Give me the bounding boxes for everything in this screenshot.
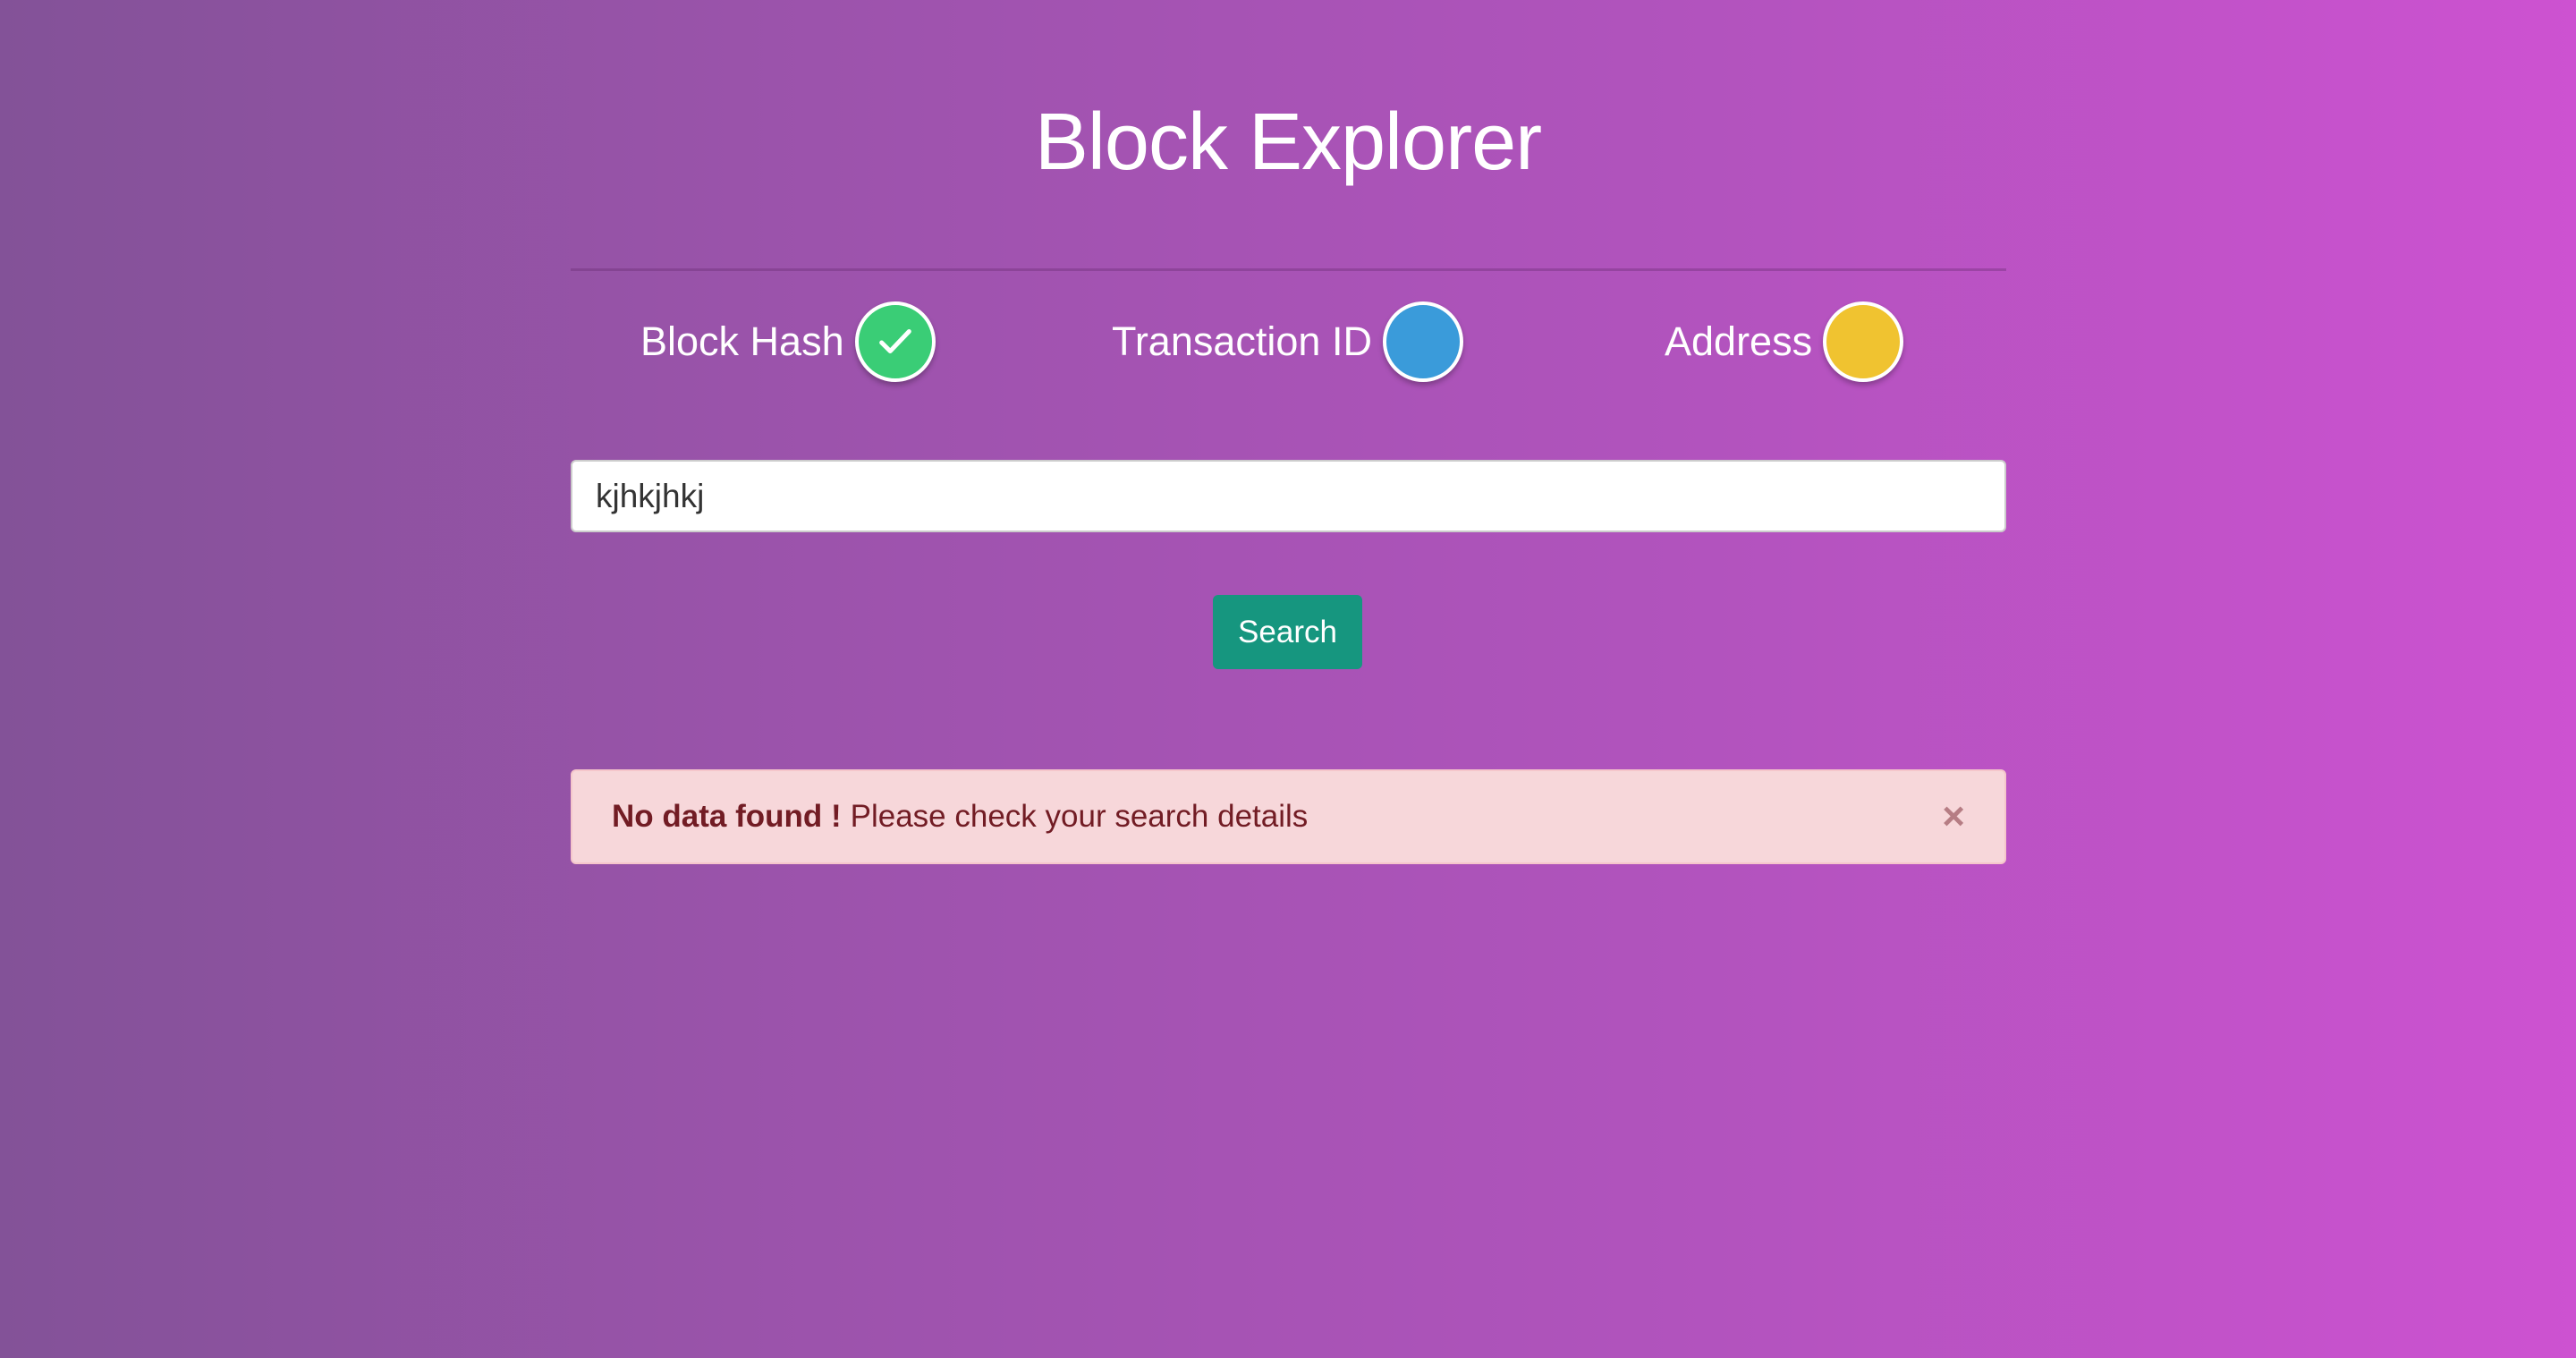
search-type-address[interactable]: Address bbox=[1665, 301, 1904, 383]
search-input[interactable] bbox=[571, 460, 2006, 532]
error-alert: No data found ! Please check your search… bbox=[571, 769, 2006, 864]
radio-circle-icon[interactable] bbox=[1823, 301, 1904, 382]
divider bbox=[571, 268, 2006, 271]
search-button[interactable]: Search bbox=[1213, 595, 1362, 669]
radio-selected-check-icon[interactable] bbox=[854, 301, 936, 382]
search-type-label: Transaction ID bbox=[1112, 318, 1372, 364]
radio-circle-icon[interactable] bbox=[1382, 301, 1463, 382]
alert-message: Please check your search details bbox=[850, 799, 1309, 834]
search-type-label: Block Hash bbox=[640, 318, 844, 364]
page-title: Block Explorer bbox=[1034, 98, 1542, 187]
search-type-block-hash[interactable]: Block Hash bbox=[640, 301, 936, 383]
alert-strong-text: No data found ! bbox=[612, 799, 842, 834]
close-icon[interactable]: × bbox=[1942, 794, 1965, 839]
search-type-transaction-id[interactable]: Transaction ID bbox=[1112, 301, 1463, 383]
search-type-label: Address bbox=[1665, 318, 1813, 364]
